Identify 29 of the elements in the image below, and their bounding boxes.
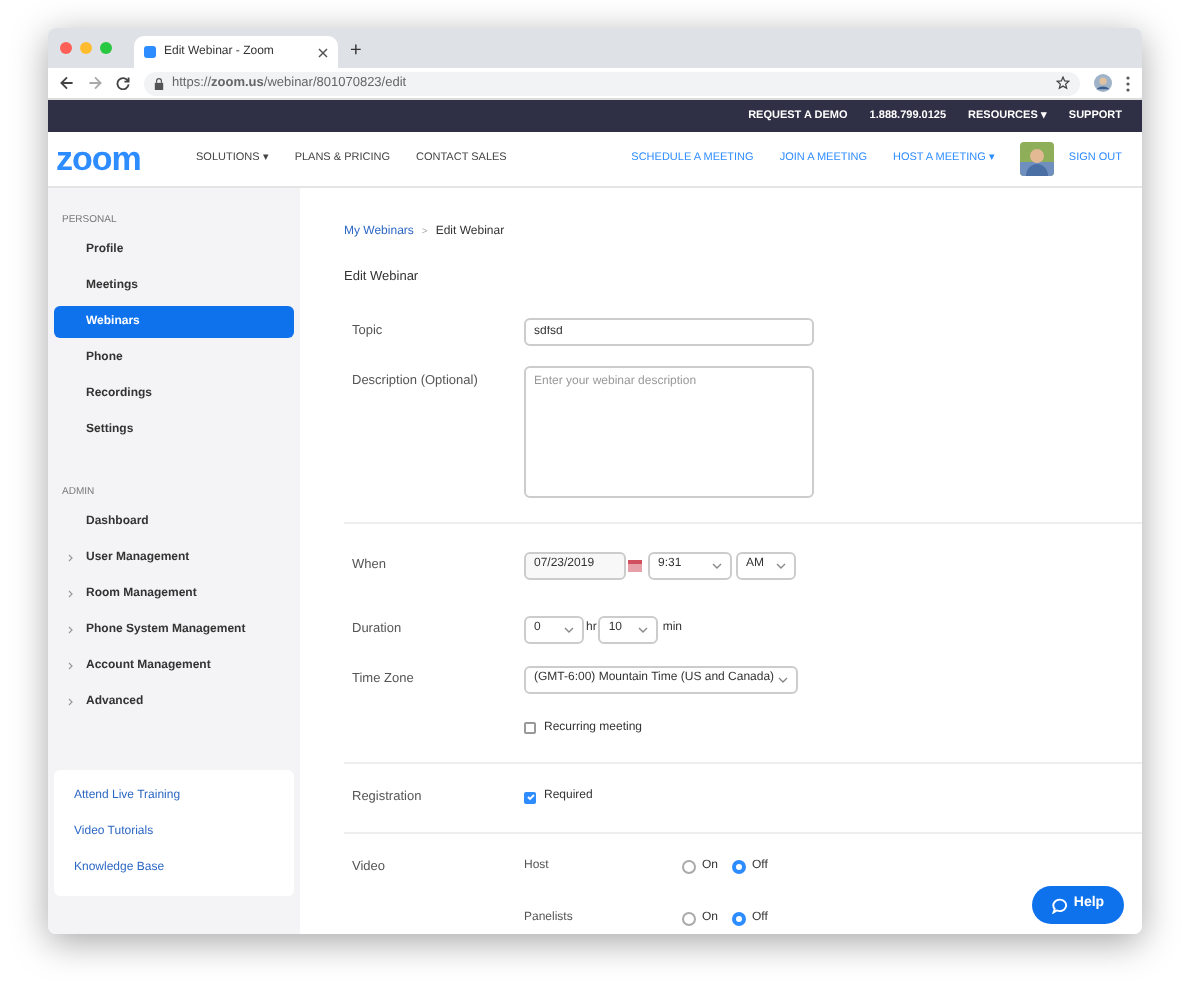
radio-button[interactable]	[682, 911, 696, 926]
back-icon[interactable]	[60, 76, 74, 90]
chevron-right-icon	[67, 626, 73, 634]
reload-icon[interactable]	[116, 76, 130, 90]
chevron-down-icon	[776, 561, 786, 570]
avatar-icon[interactable]	[1094, 74, 1112, 92]
user-avatar[interactable]	[1020, 142, 1055, 176]
close-window-icon[interactable]	[60, 42, 72, 54]
star-icon[interactable]	[1056, 76, 1070, 90]
chevron-down-icon	[712, 561, 722, 570]
chevron-down-icon	[778, 675, 788, 684]
chevron-right-icon	[67, 554, 73, 562]
new-tab-button[interactable]: +	[350, 40, 362, 64]
forward-icon[interactable]	[88, 76, 102, 90]
video-camera-icon	[144, 46, 156, 58]
maximize-window-icon[interactable]	[100, 42, 112, 54]
chevron-right-icon	[67, 662, 73, 670]
chevron-down-icon	[564, 625, 574, 634]
checkbox[interactable]	[524, 722, 536, 735]
chevron-right-icon	[67, 590, 73, 598]
chevron-right-icon	[67, 698, 73, 706]
lock-icon	[154, 77, 164, 89]
radio-button[interactable]	[732, 911, 746, 926]
calendar-icon[interactable]	[628, 559, 642, 572]
radio-button[interactable]	[732, 859, 746, 874]
chat-bubble-icon	[1051, 897, 1068, 913]
radio-button[interactable]	[682, 859, 696, 874]
close-icon[interactable]	[318, 47, 328, 57]
chevron-down-icon	[638, 625, 649, 634]
